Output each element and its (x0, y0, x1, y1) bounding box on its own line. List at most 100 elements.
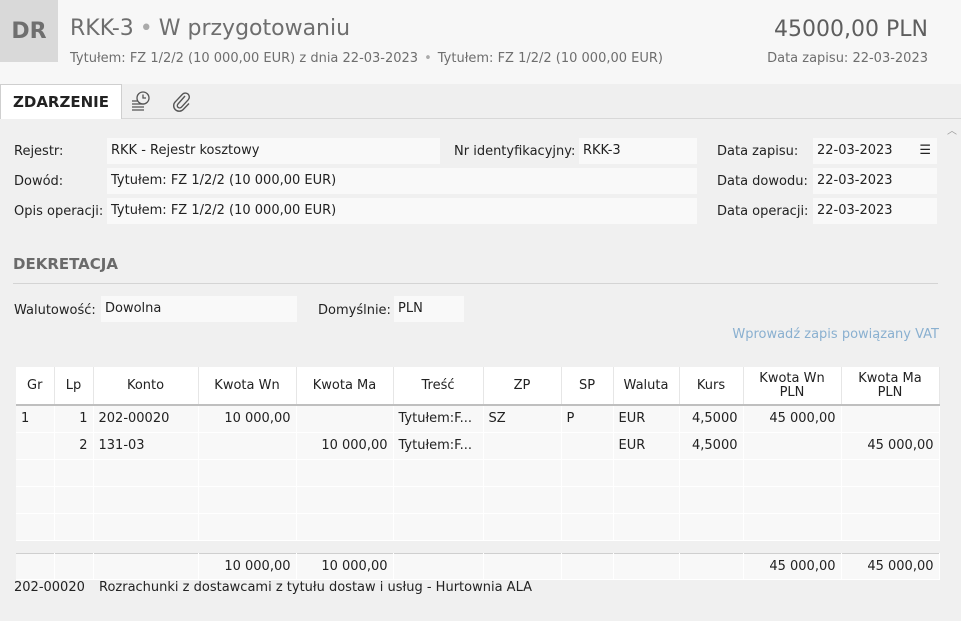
data-operacji-label: Data operacji: (717, 204, 809, 219)
document-code: RKK-3 (70, 16, 134, 41)
column-header[interactable]: Lp (54, 367, 94, 406)
rejestr-label: Rejestr: (14, 144, 64, 159)
column-header[interactable]: ZP (483, 367, 562, 406)
table-cell: 4,5000 (679, 432, 744, 460)
separator-dot: • (424, 51, 432, 66)
section-divider (13, 283, 938, 284)
column-header[interactable]: Kwota Wn (198, 367, 297, 406)
vat-link[interactable]: Wprowadź zapis powiązany VAT (732, 327, 939, 342)
empty-cell (841, 486, 940, 514)
tab-zdarzenie[interactable]: ZDARZENIE (0, 84, 122, 119)
scroll-up-arrow[interactable]: ︿ (947, 122, 957, 137)
account-description: Rozrachunki z dostawcami z tytułu dostaw… (99, 580, 532, 595)
table-cell (296, 405, 394, 433)
empty-row[interactable] (16, 513, 940, 541)
domyslnie-field[interactable]: PLN (394, 296, 464, 322)
column-header[interactable]: Treść (393, 367, 484, 406)
total-kwota-wn-pln: 45 000,00 (743, 552, 842, 580)
column-header[interactable]: Waluta (613, 367, 680, 406)
document-status: W przygotowaniu (158, 16, 351, 41)
table-cell (16, 432, 55, 460)
empty-cell (561, 459, 614, 487)
total-cell (679, 552, 744, 580)
subtitle-description: Tytułem: FZ 1/2/2 (10 000,00 EUR) z dnia… (70, 51, 419, 66)
data-operacji-field[interactable]: 22-03-2023 (813, 198, 937, 224)
empty-cell (613, 486, 680, 514)
table-cell: 45 000,00 (743, 405, 842, 433)
empty-cell (393, 486, 484, 514)
table-cell: Tytułem:F... (393, 405, 484, 433)
table-row[interactable]: 1 1 202-00020 10 000,00 Tytułem:F... SZ … (16, 405, 940, 433)
dowod-field[interactable]: Tytułem: FZ 1/2/2 (10 000,00 EUR) (107, 168, 697, 194)
table-row[interactable]: 2 131-03 10 000,00 Tytułem:F... EUR 4,50… (16, 432, 940, 460)
nr-identyfikacyjny-field[interactable]: RKK-3 (579, 138, 697, 164)
empty-cell (393, 513, 484, 541)
column-header[interactable]: Gr (16, 367, 55, 406)
column-header[interactable]: Konto (93, 367, 199, 406)
nr-identyfikacyjny-label: Nr identyfikacyjny: (454, 144, 576, 159)
table-cell: SZ (483, 405, 562, 433)
empty-cell (54, 486, 94, 514)
table-cell: 202-00020 (93, 405, 199, 433)
document-title: RKK-3 • W przygotowaniu (70, 16, 350, 41)
empty-cell (198, 486, 297, 514)
empty-cell (16, 486, 55, 514)
empty-cell (841, 513, 940, 541)
column-header[interactable]: Kwota Wn PLN (743, 367, 842, 406)
walutowosc-field[interactable]: Dowolna (101, 296, 297, 322)
table-cell: Tytułem:F... (393, 432, 484, 460)
data-zapisu-field[interactable]: 22-03-2023 ☰ (813, 138, 937, 164)
rejestr-field[interactable]: RKK - Rejestr kosztowy (107, 138, 440, 164)
document-header (0, 0, 961, 84)
empty-cell (296, 513, 394, 541)
totals-row: 10 000,00 10 000,00 45 000,00 45 000,00 (16, 552, 940, 580)
table-cell: 1 (54, 405, 94, 433)
empty-cell (93, 459, 199, 487)
total-cell (613, 552, 680, 580)
table-cell: 131-03 (93, 432, 199, 460)
total-cell (393, 552, 484, 580)
empty-row[interactable] (16, 459, 940, 487)
total-cell (483, 552, 562, 580)
document-amount: 45000,00 PLN (774, 17, 928, 42)
empty-cell (841, 459, 940, 487)
table-cell: EUR (613, 405, 680, 433)
empty-cell (561, 513, 614, 541)
table-cell: 2 (54, 432, 94, 460)
total-cell (93, 552, 199, 580)
empty-cell (743, 513, 842, 541)
empty-cell (198, 513, 297, 541)
column-header[interactable]: Kwota Ma (296, 367, 394, 406)
empty-cell (613, 513, 680, 541)
total-kwota-ma: 10 000,00 (296, 552, 394, 580)
empty-cell (393, 459, 484, 487)
total-cell (54, 552, 94, 580)
empty-cell (679, 486, 744, 514)
empty-cell (613, 459, 680, 487)
table-cell: P (561, 405, 614, 433)
empty-cell (679, 513, 744, 541)
paperclip-icon[interactable] (168, 88, 194, 114)
empty-cell (483, 459, 562, 487)
history-icon[interactable] (128, 88, 154, 114)
empty-row[interactable] (16, 486, 940, 514)
table-cell (743, 432, 842, 460)
empty-cell (54, 459, 94, 487)
table-cell (198, 432, 297, 460)
empty-cell (296, 459, 394, 487)
empty-cell (743, 459, 842, 487)
column-header[interactable]: Kurs (679, 367, 744, 406)
opis-operacji-field[interactable]: Tytułem: FZ 1/2/2 (10 000,00 EUR) (107, 198, 697, 224)
selected-account-info: 202-00020 Rozrachunki z dostawcami z tyt… (14, 580, 532, 595)
column-header[interactable]: Kwota Ma PLN (841, 367, 940, 406)
opis-operacji-label: Opis operacji: (14, 204, 104, 219)
section-title-dekretacja: DEKRETACJA (13, 255, 118, 273)
empty-cell (54, 513, 94, 541)
column-header[interactable]: SP (561, 367, 614, 406)
total-cell (561, 552, 614, 580)
menu-icon[interactable]: ☰ (919, 138, 931, 164)
data-dowodu-field[interactable]: 22-03-2023 (813, 168, 937, 194)
table-cell (841, 405, 940, 433)
empty-cell (483, 486, 562, 514)
total-cell (16, 552, 55, 580)
